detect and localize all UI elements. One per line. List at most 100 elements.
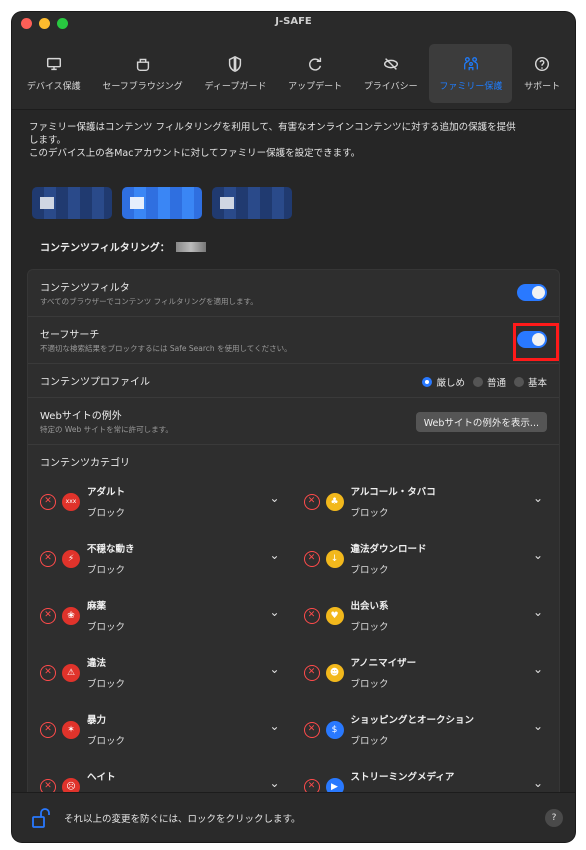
block-x-icon[interactable]: ✕ xyxy=(303,778,320,792)
toolbar: デバイス保護 セーフブラウジング ディープガード アップデート プライバシー フ… xyxy=(12,34,575,110)
chevron-down-icon[interactable]: ⌄ xyxy=(269,662,279,676)
block-x-icon[interactable]: ✕ xyxy=(40,778,56,792)
content-categories-title: コンテンツカテゴリ xyxy=(40,458,130,469)
tab-family-protection[interactable]: ファミリー保護 xyxy=(429,44,513,103)
radio-basic[interactable]: 基本 xyxy=(513,375,547,389)
category-text: 違法ダウンロード ブロック xyxy=(351,541,427,576)
lock-instruction-text: それ以上の変更を防ぐには、ロックをクリックします。 xyxy=(64,813,301,825)
content-categories-row: コンテンツカテゴリ xyxy=(28,445,559,469)
category-text: 麻薬 ブロック xyxy=(87,598,125,633)
tab-deepguard[interactable]: ディープガード xyxy=(195,44,277,103)
content-filter-toggle[interactable] xyxy=(517,284,547,301)
tab-safe-browsing[interactable]: セーフブラウジング xyxy=(92,44,192,103)
category-state: ブロック xyxy=(350,508,389,519)
block-x-icon[interactable]: ✕ xyxy=(303,664,320,681)
category-state: ブロック xyxy=(350,736,389,747)
chevron-down-icon[interactable]: ⌄ xyxy=(533,548,543,562)
streaming-icon: ▶ xyxy=(325,777,344,792)
chevron-down-icon[interactable]: ⌄ xyxy=(269,548,279,562)
category-name: 出会い系 xyxy=(350,601,389,612)
radio-dot xyxy=(472,377,483,387)
category-name: 暴力 xyxy=(87,715,107,726)
block-x-icon[interactable]: ✕ xyxy=(303,721,320,738)
chevron-down-icon[interactable]: ⌄ xyxy=(533,776,543,790)
category-item: ✕ ☹ ヘイトブロック ⌄ xyxy=(40,758,284,792)
tab-support[interactable]: サポート xyxy=(514,44,570,103)
drugs-icon: ❀ xyxy=(62,606,80,625)
category-name: ショッピングとオークション xyxy=(350,715,475,726)
chevron-down-icon[interactable]: ⌄ xyxy=(533,491,543,505)
category-state: ブロック xyxy=(87,622,126,633)
tab-device-protection[interactable]: デバイス保護 xyxy=(17,44,90,103)
page-description: ファミリー保護はコンテンツ フィルタリングを利用して、有害なオンラインコンテンツ… xyxy=(12,110,575,160)
highlight-box xyxy=(513,323,559,361)
chevron-down-icon[interactable]: ⌄ xyxy=(269,491,279,505)
block-x-icon[interactable]: ✕ xyxy=(40,664,56,681)
content-profile-row: コンテンツプロファイル 厳しめ 普通 基本 xyxy=(28,364,559,398)
category-item: ✕ ❀ 麻薬ブロック ⌄ xyxy=(40,587,284,644)
category-text: 違法 ブロック xyxy=(87,655,125,690)
anonymizer-icon: ☻ xyxy=(325,663,344,682)
category-item: ✕ ⚠ 違法 ブロック ⌄ xyxy=(40,644,284,701)
category-name: 不穏な動き xyxy=(87,544,135,555)
bottom-bar: それ以上の変更を防ぐには、ロックをクリックします。 ? xyxy=(12,792,575,842)
app-window: J-SAFE デバイス保護 セーフブラウジング ディープガード アップデート プ… xyxy=(12,12,575,842)
hate-icon: ☹ xyxy=(62,777,80,792)
chevron-down-icon[interactable]: ⌄ xyxy=(533,605,543,619)
monitor-icon xyxy=(46,57,61,71)
block-x-icon[interactable]: ✕ xyxy=(40,550,56,567)
block-x-icon[interactable]: ✕ xyxy=(40,493,56,510)
category-state: ブロック xyxy=(87,736,126,747)
chevron-down-icon[interactable]: ⌄ xyxy=(533,719,543,733)
help-button[interactable]: ? xyxy=(545,809,563,827)
content-profile-radio-group: 厳しめ 普通 基本 xyxy=(422,375,547,389)
block-x-icon[interactable]: ✕ xyxy=(40,721,56,738)
tab-label: ファミリー保護 xyxy=(439,82,503,92)
content-categories-grid: ✕ xxx アダルト ブロック ⌄ ✕ ♣ アルコール・タバコ ブロック ⌄ ✕ ⚡ 不穏な動き ブロック… xyxy=(28,469,559,792)
category-name: アルコール・タバコ xyxy=(350,487,436,498)
category-item: ✕ ✶ 暴力 ブロック ⌄ xyxy=(40,701,284,758)
disturbing-icon: ⚡ xyxy=(62,549,80,568)
refresh-icon xyxy=(309,57,322,71)
radio-dot xyxy=(513,377,524,387)
account-tile[interactable] xyxy=(212,187,292,219)
radio-strict[interactable]: 厳しめ xyxy=(422,375,465,389)
account-selector xyxy=(12,160,575,219)
chevron-down-icon[interactable]: ⌄ xyxy=(269,776,279,790)
download-icon: ↓ xyxy=(325,549,344,568)
category-name: 違法ダウンロード xyxy=(350,544,427,555)
block-x-icon[interactable]: ✕ xyxy=(303,550,320,567)
account-tile-selected[interactable] xyxy=(122,187,202,219)
tab-label: デバイス保護 xyxy=(26,82,81,92)
account-name-redacted xyxy=(175,241,206,252)
category-text: アルコール・タバコ ブロック xyxy=(351,484,436,519)
category-item: ✕ ☻ アノニマイザー ブロック ⌄ xyxy=(303,644,548,701)
tab-label: ディープガード xyxy=(204,82,267,92)
category-item: ✕ xxx アダルト ブロック ⌄ xyxy=(40,473,284,530)
category-state: ブロック xyxy=(87,679,126,690)
shopping-icon: $ xyxy=(325,720,344,739)
tab-update[interactable]: アップデート xyxy=(278,44,352,103)
account-tile[interactable] xyxy=(32,187,112,219)
family-protection-content[interactable]: ファミリー保護はコンテンツ フィルタリングを利用して、有害なオンラインコンテンツ… xyxy=(12,110,575,792)
category-text: アノニマイザー ブロック xyxy=(351,655,417,690)
category-item: ✕ $ ショッピングとオークション ブロック ⌄ xyxy=(303,701,548,758)
radio-dot-selected xyxy=(422,377,433,387)
block-x-icon[interactable]: ✕ xyxy=(40,607,56,624)
category-name: 麻薬 xyxy=(87,601,107,612)
block-x-icon[interactable]: ✕ xyxy=(303,607,320,624)
alcohol-icon: ♣ xyxy=(325,492,344,511)
chevron-down-icon[interactable]: ⌄ xyxy=(269,605,279,619)
category-name: アダルト xyxy=(87,487,126,498)
show-website-exceptions-button[interactable]: Webサイトの例外を表示... xyxy=(415,412,547,432)
category-item: ✕ ♣ アルコール・タバコ ブロック ⌄ xyxy=(303,473,548,530)
chevron-down-icon[interactable]: ⌄ xyxy=(269,719,279,733)
block-x-icon[interactable]: ✕ xyxy=(303,493,320,510)
deepguard-icon xyxy=(229,55,242,72)
safe-browsing-icon xyxy=(136,58,149,72)
chevron-down-icon[interactable]: ⌄ xyxy=(533,662,543,676)
tab-privacy[interactable]: プライバシー xyxy=(354,44,428,103)
illegal-icon: ⚠ xyxy=(62,663,80,682)
unlock-icon[interactable] xyxy=(30,807,52,829)
radio-normal[interactable]: 普通 xyxy=(472,375,506,389)
